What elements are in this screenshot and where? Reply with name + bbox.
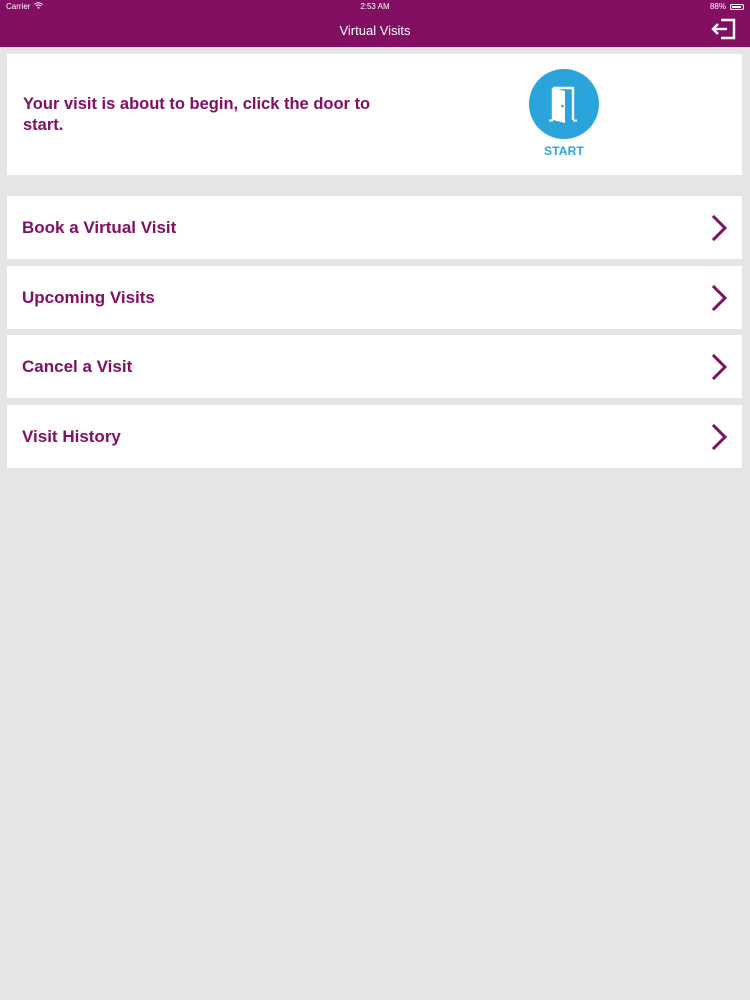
menu-item-upcoming-visits[interactable]: Upcoming Visits	[7, 265, 742, 329]
chevron-right-icon	[711, 423, 728, 450]
status-time: 2:53 AM	[360, 2, 390, 11]
start-visit-button[interactable]: START	[528, 69, 600, 158]
status-bar: Carrier 2:53 AM 88%	[0, 0, 750, 14]
page-title: Virtual Visits	[339, 23, 411, 38]
menu-item-label: Cancel a Visit	[22, 357, 133, 376]
chevron-right-icon	[711, 284, 728, 311]
menu-item-book-visit[interactable]: Book a Virtual Visit	[7, 196, 742, 259]
chevron-right-icon	[711, 214, 728, 242]
status-right: 88%	[710, 0, 744, 14]
battery-percent: 88%	[709, 2, 726, 11]
menu-item-visit-history[interactable]: Visit History	[7, 404, 742, 468]
menu-item-cancel-visit[interactable]: Cancel a Visit	[7, 335, 742, 398]
menu-item-label: Book a Virtual Visit	[22, 218, 177, 237]
start-visit-card: Your visit is about to begin, click the …	[7, 54, 742, 175]
logout-arrow-icon	[711, 18, 737, 45]
chevron-right-icon	[711, 353, 728, 381]
door-icon	[529, 69, 599, 139]
start-label: START	[543, 144, 585, 158]
battery-icon	[730, 4, 744, 10]
start-visit-message: Your visit is about to begin, click the …	[23, 95, 371, 134]
menu-item-label: Visit History	[22, 426, 121, 446]
nav-bar: Virtual Visits	[0, 14, 750, 47]
logout-button[interactable]	[710, 17, 738, 45]
menu-item-label: Upcoming Visits	[22, 287, 155, 307]
menu-list: Book a Virtual Visit Upcoming Visits Can…	[7, 196, 742, 474]
